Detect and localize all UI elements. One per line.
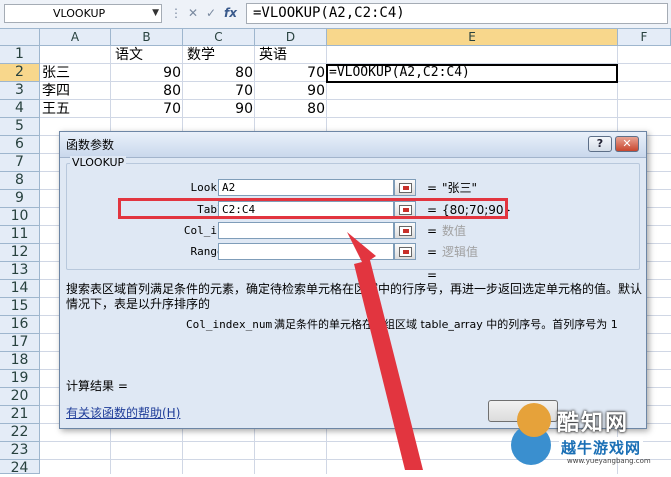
row-header-13[interactable]: 13 — [0, 262, 40, 280]
watermark-text: 酷知网 — [557, 411, 630, 436]
active-cell-border — [326, 64, 618, 83]
row-header-4[interactable]: 4 — [0, 100, 40, 118]
lookup-value-result: "张三" — [442, 181, 478, 195]
column-header-b[interactable]: B — [111, 29, 183, 46]
row-header-11[interactable]: 11 — [0, 226, 40, 244]
enter-icon[interactable]: ✓ — [206, 4, 216, 23]
cell-c2[interactable]: 80 — [183, 64, 255, 82]
collapse-dialog-icon[interactable] — [394, 222, 416, 239]
cell-d3[interactable]: 90 — [255, 82, 327, 100]
argument-description-text: 满足条件的单元格在数组区域 table_array 中的列序号。首列序号为 1 — [274, 318, 618, 331]
watermark-logo-icon — [517, 403, 551, 437]
row-header-6[interactable]: 6 — [0, 136, 40, 154]
col-index-num-input[interactable] — [218, 222, 394, 239]
cell-c1[interactable]: 数学 — [185, 46, 255, 64]
row-header-22[interactable]: 22 — [0, 424, 40, 442]
watermark-url: www.yueyangbang.com — [567, 457, 651, 465]
cell-a3[interactable]: 李四 — [40, 82, 111, 100]
select-all-corner[interactable] — [0, 29, 40, 46]
formula-result-equals: = — [427, 268, 438, 282]
cell-b2[interactable]: 90 — [111, 64, 183, 82]
row-header-15[interactable]: 15 — [0, 298, 40, 316]
cell-d1[interactable]: 英语 — [257, 46, 327, 64]
help-button[interactable]: ? — [588, 136, 612, 152]
watermark: 酷知网 越牛游戏网 www.yueyangbang.com — [507, 395, 671, 474]
name-box[interactable]: VLOOKUP ▼ — [4, 4, 162, 23]
cell-b4[interactable]: 70 — [111, 100, 183, 118]
column-header-d[interactable]: D — [255, 29, 327, 46]
row-header-7[interactable]: 7 — [0, 154, 40, 172]
arg-equals: = — [427, 224, 438, 238]
range-lookup-hint: 逻辑值 — [442, 245, 479, 259]
row-header-10[interactable]: 10 — [0, 208, 40, 226]
row-header-20[interactable]: 20 — [0, 388, 40, 406]
formula-bar: VLOOKUP ▼ ⋮ ✕ ✓ fx =VLOOKUP(A2,C2:C4) — [0, 0, 671, 29]
row-header-23[interactable]: 23 — [0, 442, 40, 460]
cell-c4[interactable]: 90 — [183, 100, 255, 118]
close-button[interactable]: ✕ — [615, 136, 639, 152]
collapse-dialog-icon[interactable] — [394, 179, 416, 196]
formula-input[interactable]: =VLOOKUP(A2,C2:C4) — [246, 3, 668, 24]
name-box-value: VLOOKUP — [53, 7, 106, 20]
col-index-num-hint: 数值 — [442, 224, 467, 238]
cell-a4[interactable]: 王五 — [40, 100, 111, 118]
row-header-16[interactable]: 16 — [0, 316, 40, 334]
column-header-a[interactable]: A — [40, 29, 111, 46]
dialog-title: 函数参数 — [66, 138, 115, 152]
row-header-8[interactable]: 8 — [0, 172, 40, 190]
cancel-icon[interactable]: ✕ — [188, 4, 198, 23]
arg-equals: = — [427, 181, 438, 195]
collapse-dialog-icon[interactable] — [394, 243, 416, 260]
function-help-link[interactable]: 有关该函数的帮助(H) — [66, 404, 180, 421]
function-name-label: VLOOKUP — [70, 156, 127, 169]
cell-c3[interactable]: 70 — [183, 82, 255, 100]
chevron-down-icon[interactable]: ▼ — [152, 5, 159, 22]
arg-equals: = — [427, 245, 438, 259]
column-header-e[interactable]: E — [327, 29, 618, 46]
calculation-result: 计算结果 = — [66, 379, 128, 393]
row-header-19[interactable]: 19 — [0, 370, 40, 388]
row-header-3[interactable]: 3 — [0, 82, 40, 100]
range-lookup-input[interactable] — [218, 243, 394, 260]
watermark-text-2: 越牛游戏网 — [559, 437, 644, 458]
row-header-21[interactable]: 21 — [0, 406, 40, 424]
annotation-highlight-box — [118, 198, 508, 219]
function-arguments-dialog: 函数参数 ? ✕ VLOOKUP Lookup_value A2 = "张三" … — [59, 131, 647, 429]
row-header-12[interactable]: 12 — [0, 244, 40, 262]
grip-icon: ⋮ — [170, 6, 182, 20]
column-header-f[interactable]: F — [618, 29, 671, 46]
dialog-title-bar[interactable]: 函数参数 ? ✕ — [60, 132, 646, 158]
row-header-5[interactable]: 5 — [0, 118, 40, 136]
cell-b3[interactable]: 80 — [111, 82, 183, 100]
cell-b1[interactable]: 语文 — [113, 46, 183, 64]
function-description: 搜索表区域首列满足条件的元素，确定待检索单元格在区域中的行序号，再进一步返回选定… — [66, 282, 643, 311]
column-header-c[interactable]: C — [183, 29, 255, 46]
row-header-2[interactable]: 2 — [0, 64, 40, 82]
row-header-17[interactable]: 17 — [0, 334, 40, 352]
formula-tools: ⋮ ✕ ✓ fx — [166, 4, 244, 23]
row-header-24[interactable]: 24 — [0, 460, 40, 476]
argument-description-name: Col_index_num — [186, 318, 273, 331]
row-header-18[interactable]: 18 — [0, 352, 40, 370]
cell-d4[interactable]: 80 — [255, 100, 327, 118]
cell-a2[interactable]: 张三 — [40, 64, 111, 82]
cell-d2[interactable]: 70 — [255, 64, 327, 82]
row-header-9[interactable]: 9 — [0, 190, 40, 208]
row-header-1[interactable]: 1 — [0, 46, 40, 64]
insert-function-icon[interactable]: fx — [224, 4, 237, 23]
lookup-value-input[interactable]: A2 — [218, 179, 394, 196]
row-header-14[interactable]: 14 — [0, 280, 40, 298]
